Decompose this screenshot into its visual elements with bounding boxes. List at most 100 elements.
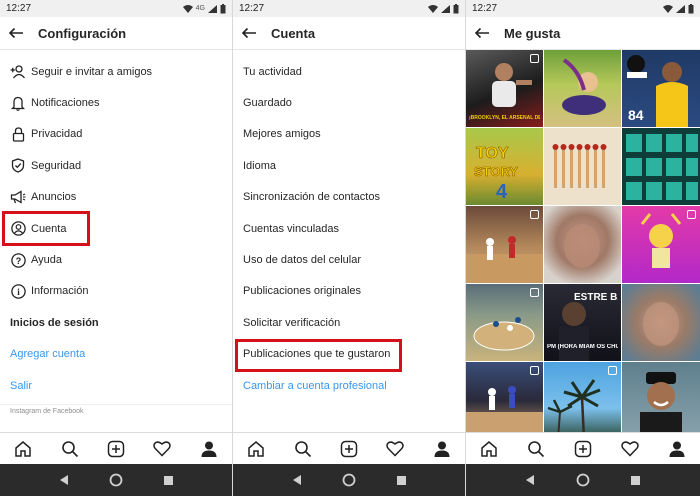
page-title: Cuenta — [271, 25, 316, 41]
nav-recents-button[interactable] — [159, 471, 177, 489]
signal-icon — [676, 4, 685, 13]
post-thumbnail[interactable]: TOY STORY 4 — [466, 128, 543, 205]
tab-new-post[interactable] — [337, 437, 361, 461]
triangle-back-icon — [60, 475, 68, 485]
matches-image — [552, 144, 607, 188]
back-button[interactable] — [1, 17, 31, 50]
post-thumbnail[interactable] — [544, 50, 621, 127]
settings-item-label: Privacidad — [31, 128, 83, 141]
network-type-label: 4G — [195, 5, 205, 12]
settings-item-ads[interactable]: Anuncios — [0, 182, 232, 213]
nav-back-button[interactable] — [521, 471, 539, 489]
account-item-request-verification[interactable]: Solicitar verificación — [233, 307, 465, 338]
circle-home-icon — [109, 473, 123, 487]
tab-new-post[interactable] — [104, 437, 128, 461]
settings-item-help[interactable]: ? Ayuda — [0, 244, 232, 275]
info-circle-icon: i — [10, 283, 26, 299]
tab-activity[interactable] — [383, 437, 407, 461]
multiple-photos-icon — [530, 210, 539, 219]
status-bar: 12:27 — [233, 0, 465, 17]
settings-item-label: Seguridad — [31, 159, 82, 172]
square-recents-icon — [631, 475, 641, 485]
tab-new-post[interactable] — [571, 437, 595, 461]
switch-professional-link[interactable]: Cambiar a cuenta profesional — [233, 370, 465, 401]
post-caption: 84 — [628, 107, 644, 123]
post-thumbnail[interactable] — [466, 206, 543, 283]
svg-text:TOY: TOY — [476, 145, 509, 162]
tab-search[interactable] — [291, 437, 315, 461]
tab-activity[interactable] — [618, 437, 642, 461]
settings-item-follow-invite[interactable]: Seguir e invitar a amigos — [0, 56, 232, 87]
tab-home[interactable] — [11, 437, 35, 461]
account-item-linked-accounts[interactable]: Cuentas vinculadas — [233, 213, 465, 244]
account-item-activity[interactable]: Tu actividad — [233, 56, 465, 87]
multiple-photos-icon — [687, 210, 696, 219]
settings-item-info[interactable]: i Información — [0, 276, 232, 307]
home-icon — [15, 440, 31, 457]
nav-home-button[interactable] — [574, 471, 592, 489]
post-thumbnail[interactable] — [466, 362, 543, 439]
settings-screen: 12:27 4G Configuración Seguir e invitar … — [0, 0, 232, 496]
back-button[interactable] — [467, 17, 497, 50]
post-thumbnail[interactable]: ESTRE BANAN PM (HORA MIAM OS CHUPAPIJA — [544, 284, 621, 361]
account-item-saved[interactable]: Guardado — [233, 87, 465, 118]
tab-search[interactable] — [524, 437, 548, 461]
plus-square-icon — [340, 440, 358, 457]
nav-recents-button[interactable] — [627, 471, 645, 489]
svg-text:4: 4 — [496, 181, 508, 203]
account-screen: 12:27 Cuenta Tu actividad Guardado Mejor… — [233, 0, 465, 496]
signal-icon — [441, 4, 450, 13]
nav-back-button[interactable] — [288, 471, 306, 489]
tab-home[interactable] — [477, 437, 501, 461]
heart-icon — [386, 441, 405, 457]
post-thumbnail[interactable] — [622, 206, 700, 283]
liked-posts-screen: 12:27 Me gusta ¡BROOKLYN, EL ARSENAL DE … — [466, 0, 700, 496]
tab-home[interactable] — [244, 437, 268, 461]
tab-search[interactable] — [58, 437, 82, 461]
logout-link[interactable]: Salir — [0, 370, 232, 401]
arrow-left-icon — [474, 27, 489, 39]
nav-home-button[interactable] — [107, 471, 125, 489]
post-thumbnail[interactable] — [544, 206, 621, 283]
settings-item-notifications[interactable]: Notificaciones — [0, 87, 232, 118]
tab-profile[interactable] — [665, 437, 689, 461]
post-thumbnail[interactable]: 84 — [622, 50, 700, 127]
status-bar: 12:27 4G — [0, 0, 232, 17]
square-recents-icon — [163, 475, 173, 485]
post-thumbnail[interactable]: ¡BROOKLYN, EL ARSENAL DE LA NBA! — [466, 50, 543, 127]
multiple-photos-icon — [530, 366, 539, 375]
blurred-face — [643, 302, 679, 346]
post-thumbnail[interactable] — [466, 284, 543, 361]
account-item-original-posts[interactable]: Publicaciones originales — [233, 276, 465, 307]
tab-activity[interactable] — [150, 437, 174, 461]
post-thumbnail[interactable] — [622, 284, 700, 361]
add-account-link[interactable]: Agregar cuenta — [0, 339, 232, 370]
wifi-icon — [428, 4, 438, 13]
back-button[interactable] — [234, 17, 264, 50]
wifi-icon — [182, 4, 193, 13]
settings-item-privacy[interactable]: Privacidad — [0, 119, 232, 150]
nav-home-button[interactable] — [340, 471, 358, 489]
nav-recents-button[interactable] — [392, 471, 410, 489]
account-item-cellular-data[interactable]: Uso de datos del celular — [233, 244, 465, 275]
post-caption: ¡BROOKLYN, EL ARSENAL DE LA NBA! — [469, 115, 540, 121]
nav-back-button[interactable] — [55, 471, 73, 489]
post-thumbnail[interactable] — [544, 362, 621, 439]
settings-item-security[interactable]: Seguridad — [0, 150, 232, 181]
post-thumbnail[interactable] — [544, 128, 621, 205]
tab-profile[interactable] — [430, 437, 454, 461]
account-item-language[interactable]: Idioma — [233, 150, 465, 181]
bottom-tab-bar — [233, 432, 465, 464]
search-icon — [61, 440, 78, 457]
cartoon-figure — [562, 58, 606, 115]
tab-profile[interactable] — [197, 437, 221, 461]
profile-icon — [201, 441, 217, 457]
post-thumbnail[interactable] — [622, 362, 700, 439]
multiple-photos-icon — [530, 54, 539, 63]
post-thumbnail[interactable] — [622, 128, 700, 205]
svg-text:i: i — [17, 287, 20, 297]
post-caption: PM (HORA MIAM OS CHUPAPIJA — [547, 344, 618, 350]
account-item-close-friends[interactable]: Mejores amigos — [233, 119, 465, 150]
account-item-contact-sync[interactable]: Sincronización de contactos — [233, 182, 465, 213]
settings-item-label: Información — [31, 285, 89, 298]
